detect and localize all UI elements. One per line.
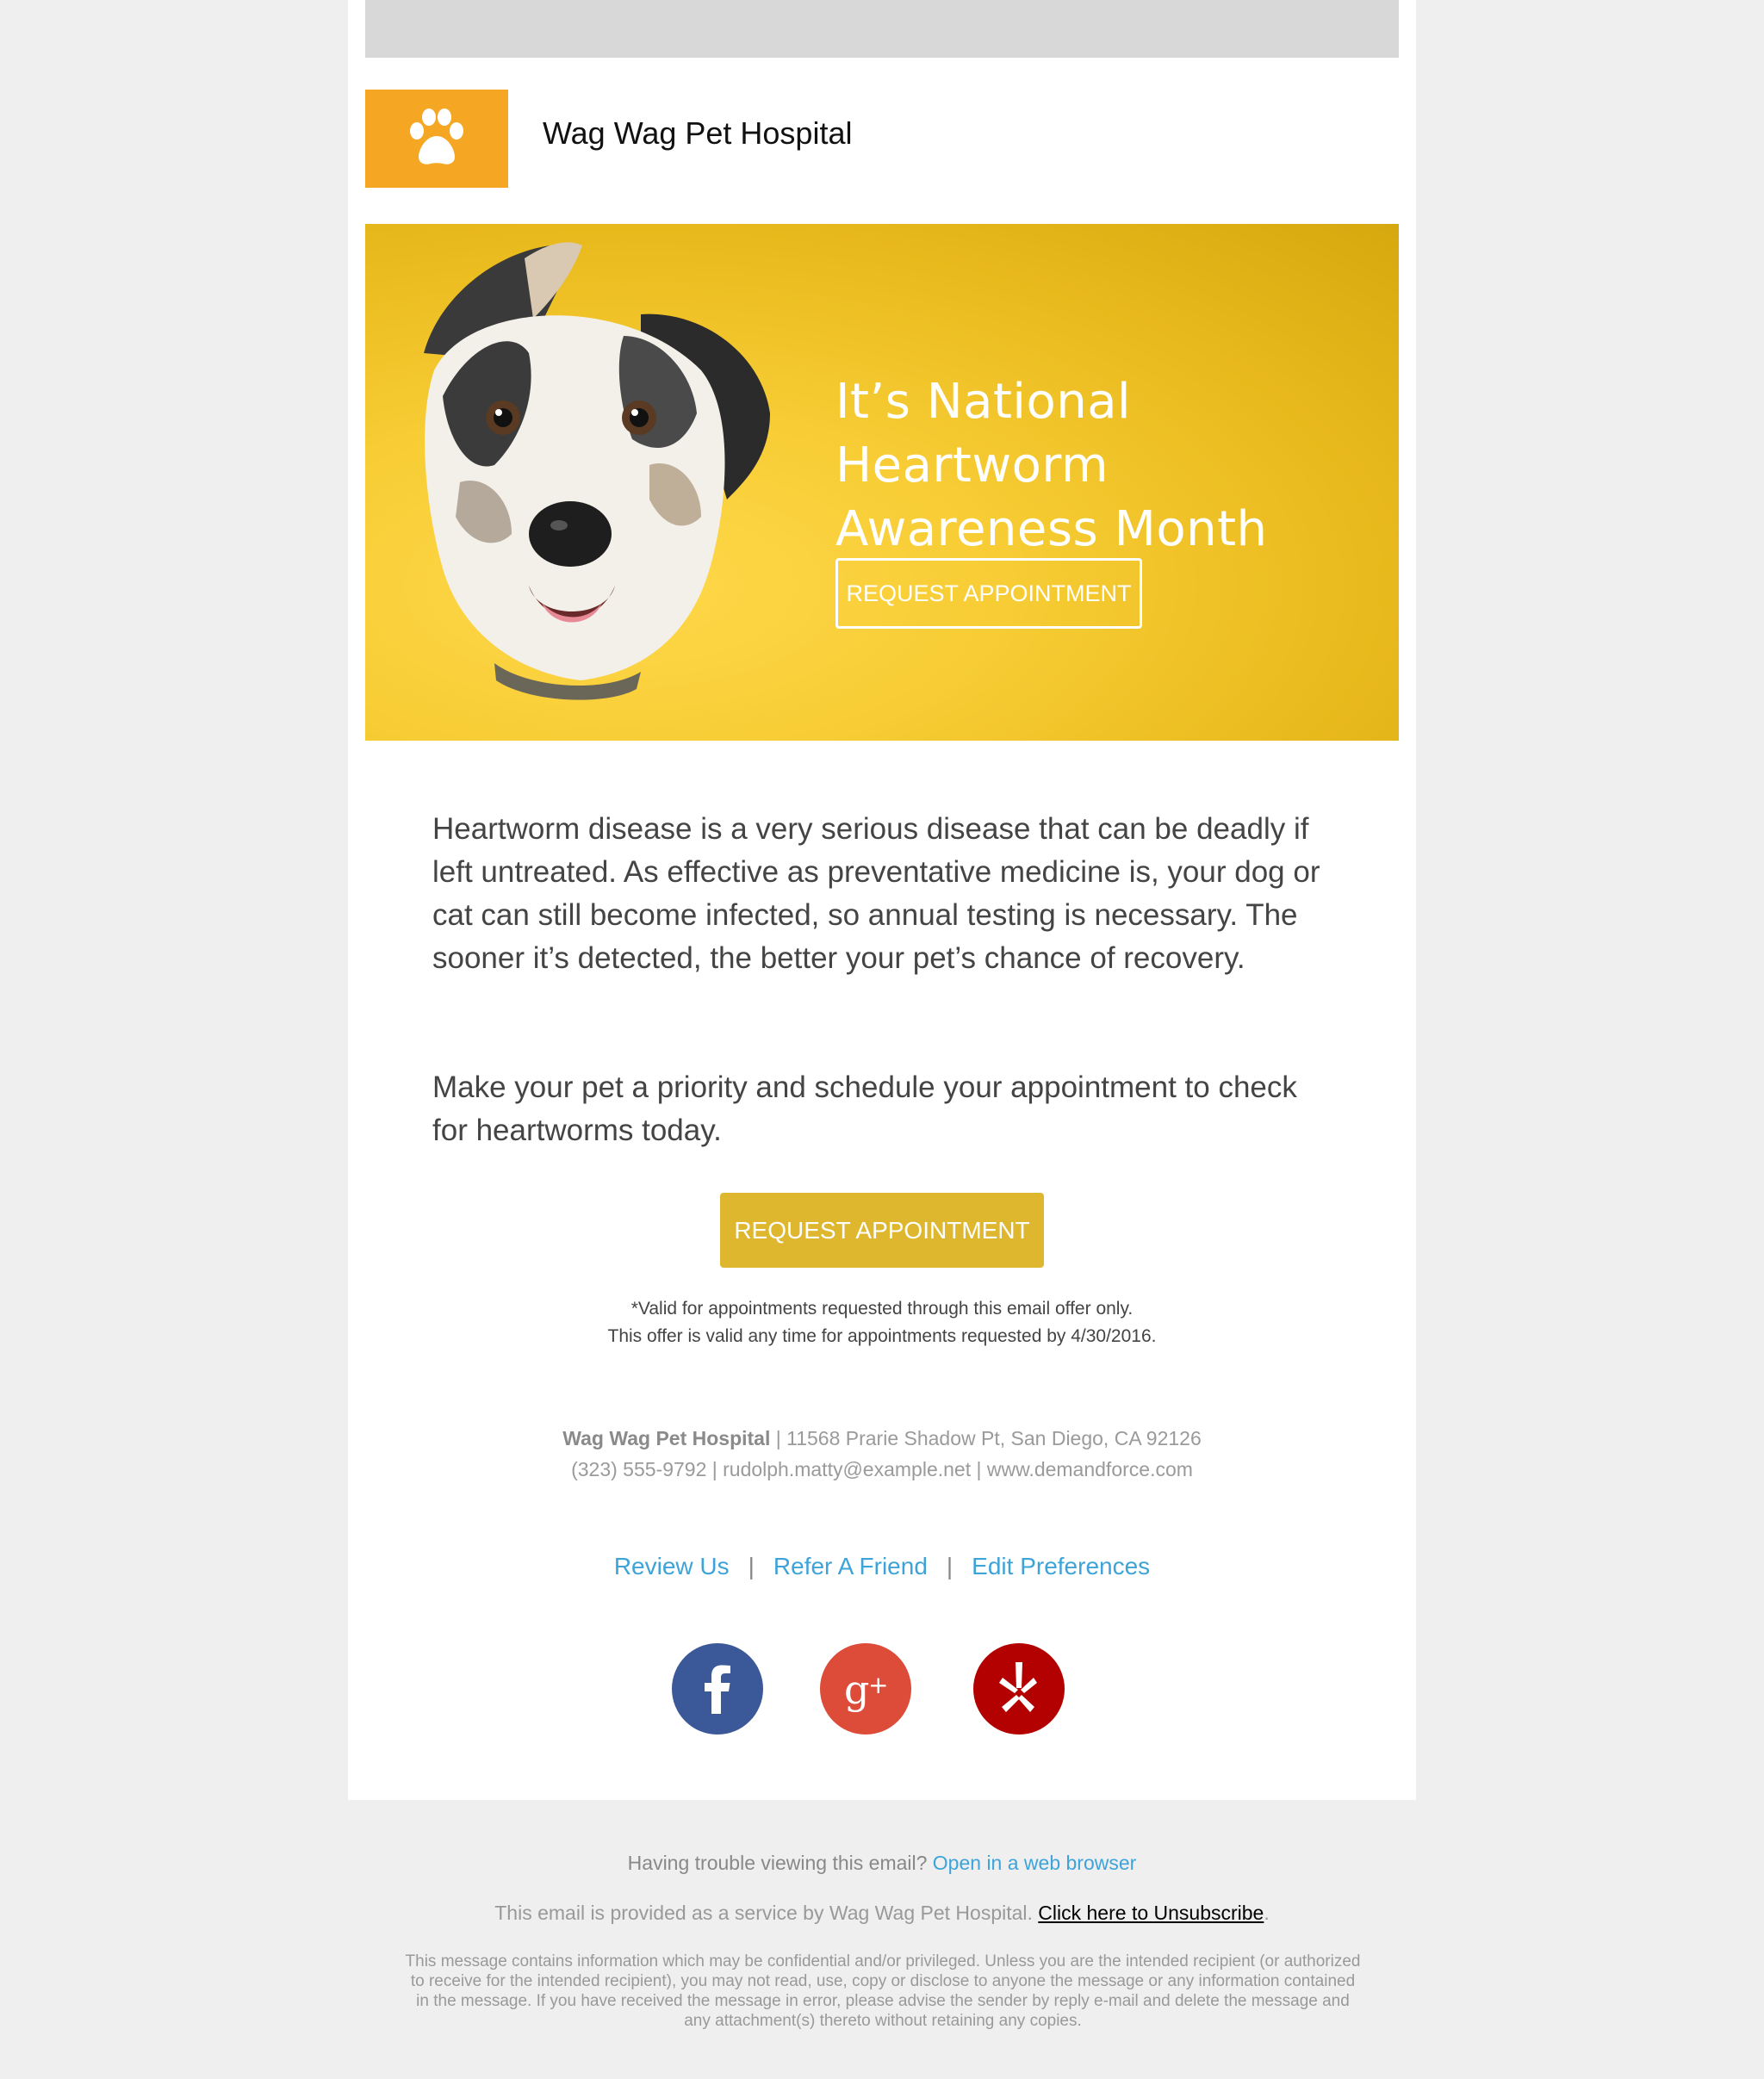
hero-request-appointment-button[interactable]: REQUEST APPOINTMENT — [835, 558, 1142, 629]
unsubscribe-link[interactable]: Click here to Unsubscribe — [1038, 1902, 1264, 1924]
refer-a-friend-link[interactable]: Refer A Friend — [773, 1553, 928, 1579]
link-separator: | — [946, 1553, 953, 1579]
google-plus-icon: g + — [820, 1643, 911, 1735]
footer-links: Review Us | Refer A Friend | Edit Preference… — [348, 1553, 1416, 1580]
logo — [365, 90, 508, 188]
contact-line-1: Wag Wag Pet Hospital | 11568 Prarie Shad… — [348, 1427, 1416, 1450]
yelp-button[interactable] — [973, 1643, 1065, 1735]
dog-photo — [424, 242, 770, 700]
contact-line-2: (323) 555-9792 | rudolph.matty@example.n… — [571, 1458, 1193, 1480]
brand-name: Wag Wag Pet Hospital — [543, 115, 853, 151]
facebook-button[interactable] — [672, 1643, 763, 1735]
svg-text:+: + — [868, 1671, 888, 1699]
disclaimer-line-1: *Valid for appointments requested throug… — [630, 1299, 1134, 1319]
trouble-viewing-line: Having trouble viewing this email? Open … — [0, 1852, 1764, 1875]
svg-text:g: g — [844, 1666, 869, 1713]
hero-title: It’s National Heartworm Awareness Month — [835, 374, 1268, 557]
review-us-link[interactable]: Review Us — [614, 1553, 730, 1579]
email-card: Wag Wag Pet Hospital It’s National Heart… — [348, 0, 1416, 1800]
trouble-text: Having trouble viewing this email? — [627, 1852, 933, 1874]
link-separator: | — [748, 1553, 755, 1579]
body-paragraph-1: Heartworm disease is a very serious dise… — [432, 812, 1320, 975]
service-line: This email is provided as a service by W… — [0, 1902, 1764, 1925]
facebook-icon — [672, 1643, 763, 1735]
contact-address: | 11568 Prarie Shadow Pt, San Diego, CA … — [770, 1427, 1202, 1449]
body-paragraph-2: Make your pet a priority and schedule yo… — [432, 1071, 1297, 1147]
disclaimer-line-2: This offer is valid any time for appoint… — [607, 1326, 1157, 1346]
top-banner-placeholder — [365, 0, 1399, 58]
open-in-browser-link[interactable]: Open in a web browser — [933, 1852, 1137, 1874]
yelp-icon — [973, 1643, 1065, 1735]
google-plus-button[interactable]: g + — [820, 1643, 911, 1735]
service-text: This email is provided as a service by W… — [494, 1902, 1039, 1924]
paw-icon — [410, 109, 463, 164]
edit-preferences-link[interactable]: Edit Preferences — [972, 1553, 1150, 1579]
request-appointment-button[interactable]: REQUEST APPOINTMENT — [720, 1193, 1044, 1268]
hero-banner: It’s National Heartworm Awareness Month … — [365, 224, 1399, 741]
contact-name: Wag Wag Pet Hospital — [562, 1427, 771, 1449]
service-period: . — [1264, 1902, 1270, 1924]
legal-notice: This message contains information which … — [405, 1952, 1361, 2030]
